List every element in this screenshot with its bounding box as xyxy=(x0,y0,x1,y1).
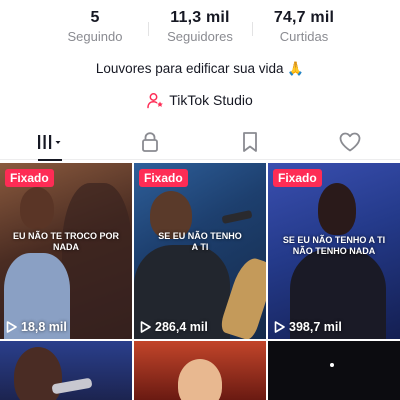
video-grid: Fixado EU NÃO TE TROCO POR NADA 18,8 mil… xyxy=(0,163,400,400)
tab-saved[interactable] xyxy=(200,124,300,160)
lock-icon xyxy=(140,131,160,153)
likes-count: 74,7 mil xyxy=(273,9,335,26)
profile-tabs xyxy=(0,124,400,161)
tiktok-studio-label: TikTok Studio xyxy=(169,92,253,108)
person-star-icon xyxy=(147,92,164,109)
view-count-label: 398,7 mil xyxy=(289,320,342,334)
following-stat[interactable]: 5 Seguindo xyxy=(50,8,140,46)
light-dot xyxy=(330,363,334,367)
thumbnail-figure xyxy=(62,183,132,339)
view-count: 286,4 mil xyxy=(140,320,208,334)
followers-stat[interactable]: 11,3 mil Seguidores xyxy=(155,8,245,46)
tab-liked[interactable] xyxy=(300,124,400,160)
tab-videos[interactable] xyxy=(0,124,100,161)
profile-bio: Louvores para edificar sua vida 🙏 xyxy=(95,61,305,76)
video-caption: SE EU NÃO TENHO A TI xyxy=(158,231,242,252)
play-icon xyxy=(140,321,151,333)
heart-icon xyxy=(338,131,362,153)
view-count: 398,7 mil xyxy=(274,320,342,334)
view-count-label: 286,4 mil xyxy=(155,320,208,334)
bookmark-icon xyxy=(241,131,259,153)
likes-stat[interactable]: 74,7 mil Curtidas xyxy=(259,8,349,46)
video-thumbnail[interactable] xyxy=(268,341,400,400)
thumbnail-figure xyxy=(178,359,222,400)
play-icon xyxy=(6,321,17,333)
active-tab-indicator xyxy=(38,159,62,161)
pinned-badge: Fixado xyxy=(139,169,188,187)
videos-grid-icon xyxy=(35,132,65,152)
followers-count: 11,3 mil xyxy=(170,9,230,26)
tab-private[interactable] xyxy=(100,124,200,160)
video-caption: EU NÃO TE TROCO POR NADA xyxy=(12,231,119,252)
video-caption: SE EU NÃO TENHO A TI NÃO TENHO NADA xyxy=(282,235,386,256)
play-icon xyxy=(274,321,285,333)
pinned-badge: Fixado xyxy=(273,169,322,187)
likes-label: Curtidas xyxy=(279,29,329,44)
microphone-shape xyxy=(221,209,253,225)
thumbnail-figure xyxy=(318,183,356,235)
tiktok-studio-link[interactable]: TikTok Studio xyxy=(0,89,400,111)
video-thumbnail[interactable]: Fixado EU NÃO TE TROCO POR NADA 18,8 mil xyxy=(0,163,132,339)
video-thumbnail[interactable] xyxy=(134,341,266,400)
followers-label: Seguidores xyxy=(167,29,233,44)
following-label: Seguindo xyxy=(67,29,123,44)
video-thumbnail[interactable]: Fixado SE EU NÃO TENHO A TI 286,4 mil xyxy=(134,163,266,339)
view-count-label: 18,8 mil xyxy=(21,320,67,334)
video-thumbnail[interactable] xyxy=(0,341,132,400)
video-thumbnail[interactable]: Fixado SE EU NÃO TENHO A TI NÃO TENHO NA… xyxy=(268,163,400,339)
stat-divider xyxy=(252,22,253,36)
pinned-badge: Fixado xyxy=(5,169,54,187)
stat-divider xyxy=(148,22,149,36)
view-count: 18,8 mil xyxy=(6,320,67,334)
profile-stats: 5 Seguindo 11,3 mil Seguidores 74,7 mil … xyxy=(0,8,400,50)
following-count: 5 xyxy=(90,9,100,26)
thumbnail-figure xyxy=(20,187,54,229)
